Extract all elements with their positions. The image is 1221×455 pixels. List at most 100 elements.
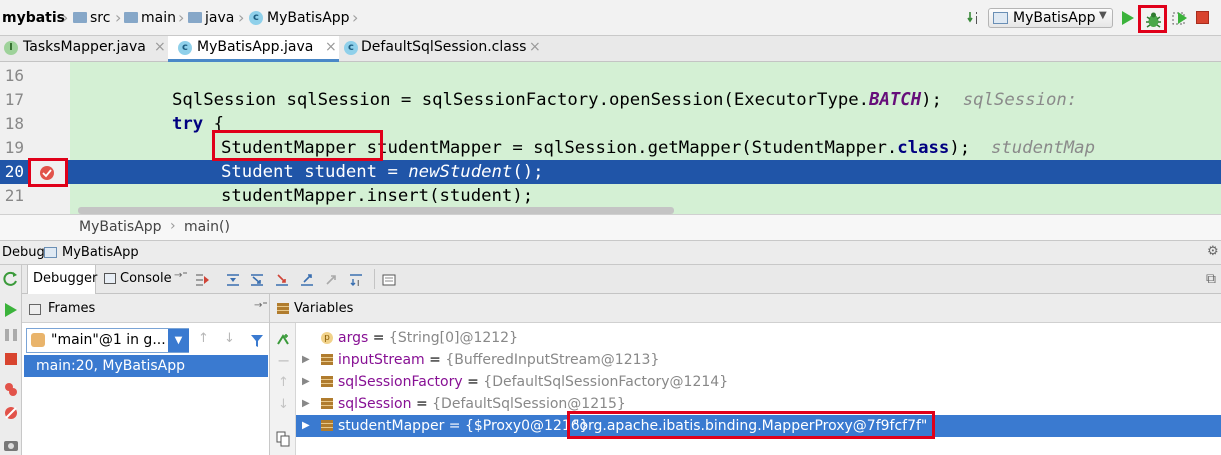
new-watch-icon[interactable] <box>275 332 291 348</box>
navigation-bar: mybatis › src › main › java › c MyBatisA… <box>0 0 1221 36</box>
object-icon <box>321 398 333 409</box>
crumb-separator: › <box>62 8 69 27</box>
tab-label: TasksMapper.java <box>23 39 146 55</box>
variable-value: {BufferedInputStream@1213} <box>445 352 660 368</box>
variable-name: args <box>338 330 369 346</box>
object-icon <box>321 354 333 365</box>
variable-name: sqlSession <box>338 396 412 412</box>
class-icon: c <box>344 41 358 55</box>
debug-button-highlight[interactable] <box>1138 5 1167 33</box>
camera-icon[interactable] <box>3 437 19 453</box>
close-icon[interactable]: × <box>325 39 337 55</box>
variable-row[interactable]: ▶ sqlSessionFactory = {DefaultSqlSession… <box>296 371 1221 393</box>
drop-frame-icon[interactable] <box>324 272 340 288</box>
app-config-icon <box>44 247 57 258</box>
tab-defaultsqlsession[interactable]: c DefaultSqlSession.class × <box>339 36 549 62</box>
line-number: 16 <box>4 66 24 85</box>
variables-title: Variables <box>294 301 354 316</box>
step-out-icon[interactable] <box>299 272 315 288</box>
folder-icon <box>73 12 87 23</box>
variables-header: Variables <box>270 294 1221 323</box>
current-line-highlight <box>0 160 1221 184</box>
run-config-dropdown[interactable]: MyBatisApp ▼ <box>988 8 1113 28</box>
chevron-down-icon: ▼ <box>1099 10 1107 21</box>
coverage-icon[interactable] <box>1172 10 1188 26</box>
crumb-java[interactable]: java <box>205 10 234 26</box>
tab-label: MyBatisApp.java <box>197 39 314 55</box>
pin-icon[interactable]: →⁼ <box>254 300 268 311</box>
crumb-main[interactable]: main <box>141 10 176 26</box>
remove-watch-icon[interactable]: − <box>277 351 290 370</box>
line-number: 21 <box>4 186 24 205</box>
mute-breakpoints-icon[interactable] <box>3 405 19 421</box>
build-icon[interactable] <box>966 10 982 26</box>
crumb-class[interactable]: MyBatisApp <box>79 219 162 235</box>
tab-debugger[interactable]: Debugger <box>27 265 97 294</box>
frames-icon <box>29 304 41 315</box>
proxy-value-highlight <box>567 411 935 439</box>
run-config-label: MyBatisApp <box>1013 10 1096 26</box>
tab-mybatisapp[interactable]: c MyBatisApp.java × <box>168 36 339 62</box>
expand-icon[interactable]: ▶ <box>302 371 310 393</box>
run-icon[interactable] <box>1121 10 1135 26</box>
variable-row[interactable]: ▶ inputStream = {BufferedInputStream@121… <box>296 349 1221 371</box>
step-into-icon[interactable] <box>249 272 265 288</box>
line-number: 18 <box>4 114 24 133</box>
previous-thread-icon[interactable]: ↑ <box>198 331 209 346</box>
pause-icon[interactable] <box>4 328 18 342</box>
tab-tasksmapper[interactable]: I TasksMapper.java × <box>0 36 168 62</box>
settings-icon[interactable]: ⚙ <box>1207 244 1219 259</box>
stop-icon[interactable] <box>1196 11 1209 24</box>
debug-toolwindow-header: Debug MyBatisApp ⚙ <box>0 240 1221 265</box>
code-line-20: Student student = newStudent(); <box>221 162 544 182</box>
stop-icon[interactable] <box>5 353 17 365</box>
variable-name: studentMapper <box>338 418 445 434</box>
close-icon[interactable]: × <box>154 39 166 55</box>
thread-icon <box>31 333 45 347</box>
resume-icon[interactable] <box>4 302 18 318</box>
filter-icon[interactable] <box>250 334 264 348</box>
evaluate-expression-icon[interactable] <box>381 272 397 288</box>
horizontal-scrollbar[interactable] <box>78 207 674 214</box>
variable-row[interactable]: p args = {String[0]@1212} <box>296 327 1221 349</box>
crumb-project[interactable]: mybatis <box>2 10 65 26</box>
variable-value: {DefaultSqlSession@1215} <box>432 396 626 412</box>
run-to-cursor-icon[interactable]: I <box>348 272 364 288</box>
view-breakpoints-icon[interactable] <box>3 381 19 397</box>
copy-icon[interactable] <box>275 431 291 447</box>
toolbar-divider <box>374 269 375 289</box>
folder-icon <box>188 12 202 23</box>
frame-row[interactable]: main:20, MyBatisApp <box>24 355 268 377</box>
crumb-method[interactable]: main() <box>184 219 230 235</box>
step-over-icon[interactable] <box>225 272 241 288</box>
debug-config-label: MyBatisApp <box>62 245 139 260</box>
restore-layout-icon[interactable]: ⧉ <box>1206 271 1216 287</box>
chevron-down-icon[interactable]: ▼ <box>168 329 189 352</box>
crumb-separator: › <box>115 8 122 27</box>
frames-panel: Frames →⁼ "main"@1 in g... ▼ ↑ ↓ main:20… <box>22 294 270 455</box>
folder-icon <box>124 12 138 23</box>
crumb-class[interactable]: MyBatisApp <box>267 10 350 26</box>
thread-label: "main"@1 in g... <box>51 332 166 348</box>
next-thread-icon[interactable]: ↓ <box>224 331 235 346</box>
rerun-icon[interactable] <box>3 271 19 287</box>
tab-console[interactable]: Console →⁼ <box>98 265 190 294</box>
crumb-src[interactable]: src <box>90 10 110 26</box>
expand-icon[interactable]: ▶ <box>302 415 310 437</box>
crumb-separator: › <box>352 8 359 27</box>
move-down-icon[interactable]: ↓ <box>278 397 289 412</box>
svg-text:I: I <box>357 279 359 288</box>
expand-icon[interactable]: ▶ <box>302 349 310 371</box>
class-icon: c <box>249 11 263 25</box>
move-up-icon[interactable]: ↑ <box>278 375 289 390</box>
thread-selector[interactable]: "main"@1 in g... ▼ <box>26 328 189 353</box>
expand-icon[interactable]: ▶ <box>302 393 310 415</box>
show-execution-point-icon[interactable] <box>194 272 210 288</box>
force-step-into-icon[interactable] <box>274 272 290 288</box>
parameter-icon: p <box>321 332 333 344</box>
crumb-separator: › <box>170 218 176 234</box>
close-icon[interactable]: × <box>529 39 541 55</box>
console-icon <box>104 273 116 284</box>
breakpoint-highlight[interactable] <box>28 158 68 187</box>
object-icon <box>321 376 333 387</box>
